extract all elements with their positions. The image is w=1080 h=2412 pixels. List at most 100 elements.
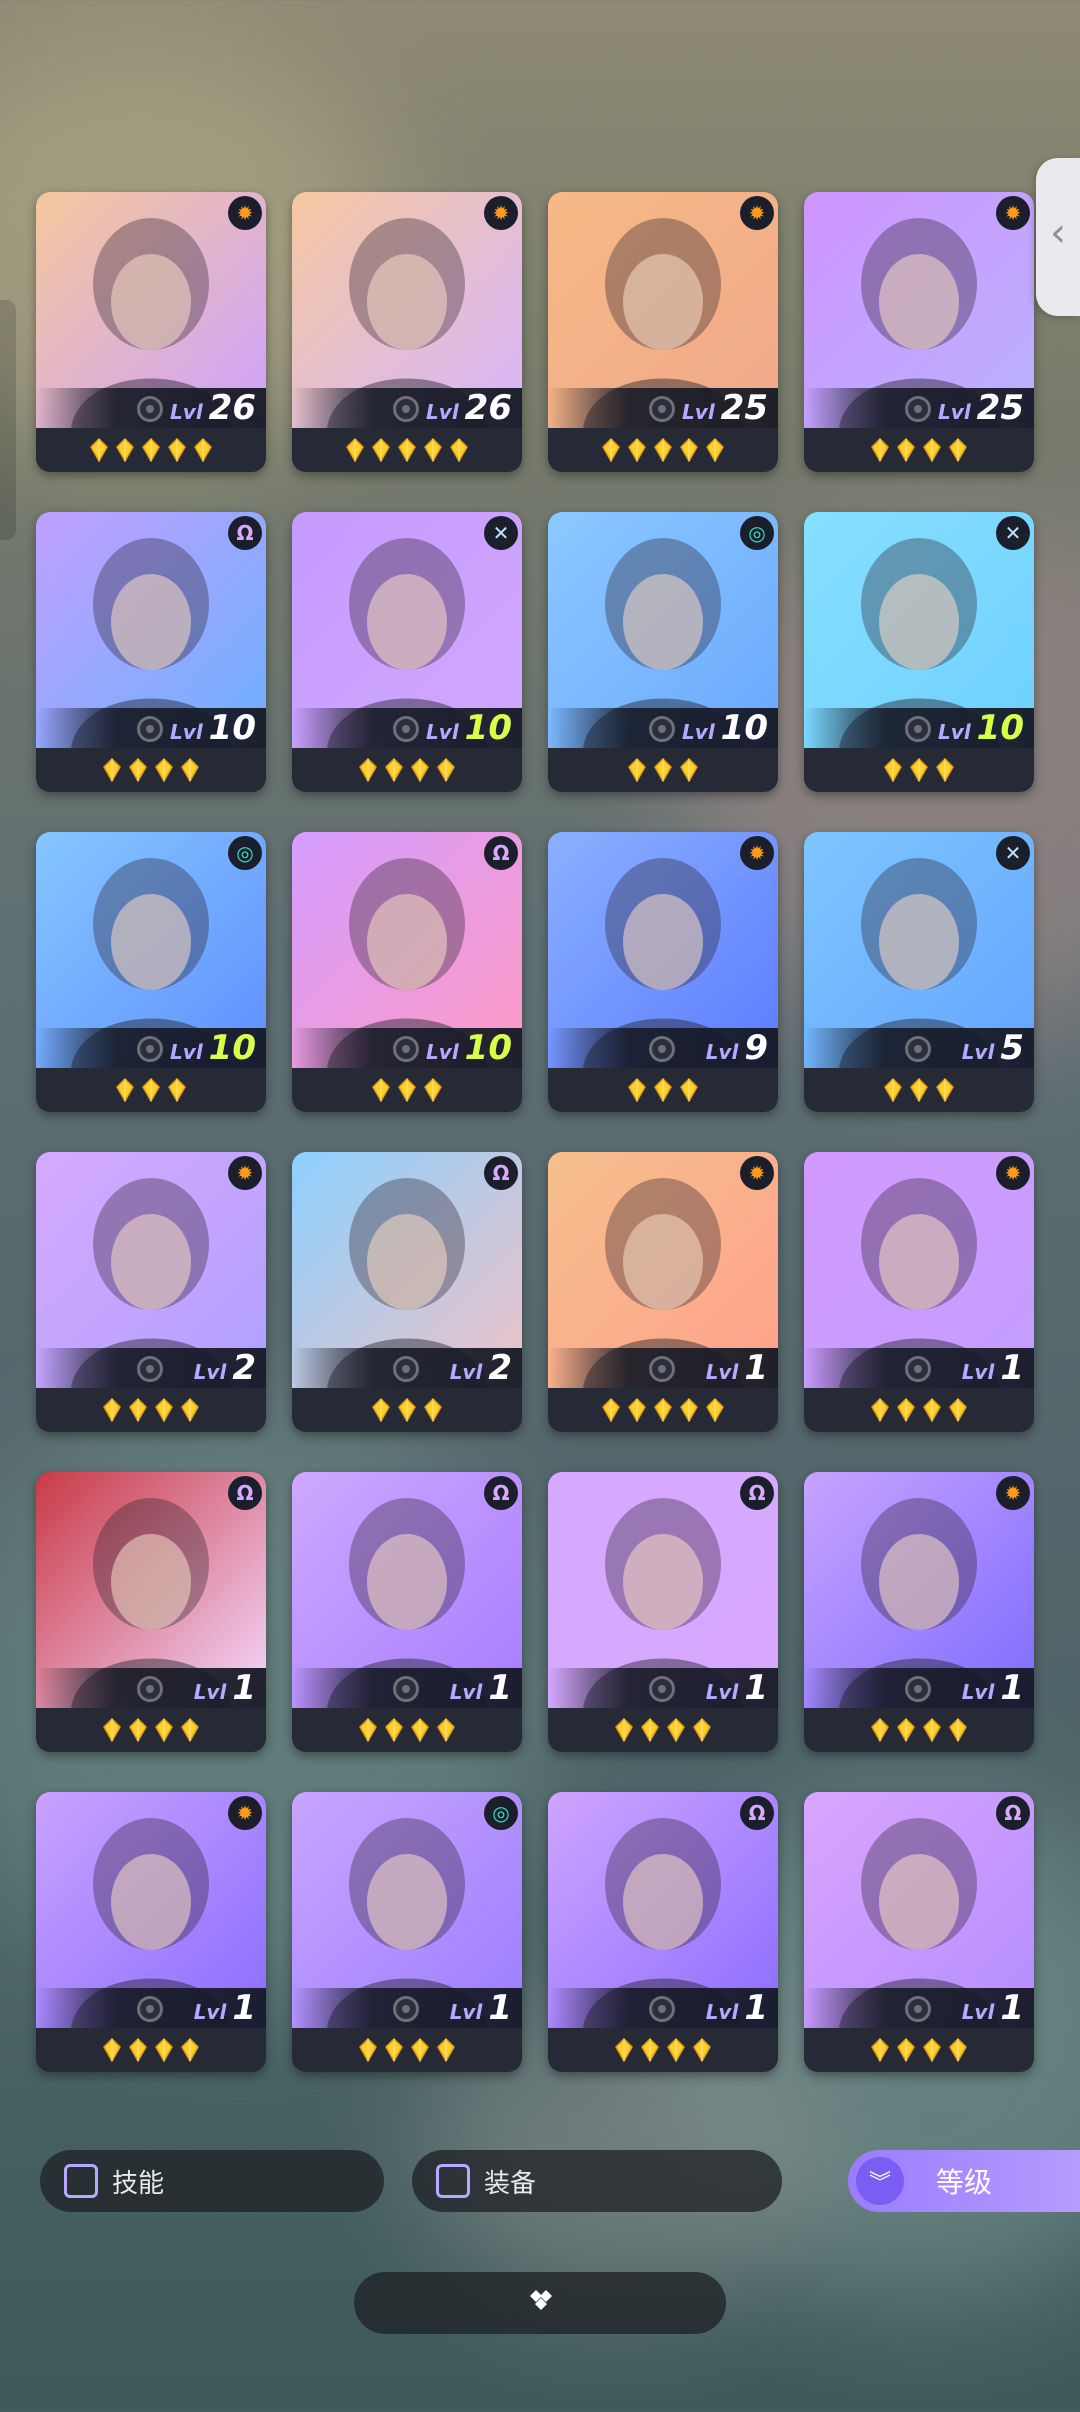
level-number: 1 — [744, 1348, 768, 1388]
gear-icon — [137, 1996, 163, 2022]
star-rating — [548, 428, 778, 472]
level-display: Lvl 10 — [170, 708, 256, 748]
hero-card[interactable]: Lvl 10 ✕ — [804, 512, 1034, 792]
level-number: 10 — [464, 708, 512, 748]
gear-icon — [649, 396, 675, 422]
level-display: Lvl 2 — [450, 1348, 512, 1388]
level-display: Lvl 5 — [962, 1028, 1024, 1068]
gear-icon — [393, 716, 419, 742]
level-prefix: Lvl — [426, 1040, 459, 1064]
level-display: Lvl 2 — [194, 1348, 256, 1388]
hero-card[interactable]: Lvl 1 ✹ — [804, 1472, 1034, 1752]
hero-card[interactable]: Lvl 10 Ω — [292, 832, 522, 1112]
hero-card[interactable]: Lvl 1 Ω — [804, 1792, 1034, 2072]
gear-icon — [905, 1036, 931, 1062]
star-rating — [804, 1388, 1034, 1432]
gold-crystal-icon — [424, 438, 442, 462]
gold-crystal-icon — [129, 1398, 147, 1422]
hero-card[interactable]: Lvl 5 ✕ — [804, 832, 1034, 1112]
hero-card[interactable]: Lvl 2 Ω — [292, 1152, 522, 1432]
gold-crystal-icon — [680, 758, 698, 782]
level-display: Lvl 26 — [170, 388, 256, 428]
gold-crystal-icon — [116, 1078, 134, 1102]
hero-card[interactable]: Lvl 2 ✹ — [36, 1152, 266, 1432]
sun-gear-icon: ✹ — [996, 196, 1030, 230]
star-rating — [548, 748, 778, 792]
sort-by-level-button[interactable]: ︾ 等级 — [848, 2150, 1080, 2212]
hero-card[interactable]: Lvl 26 ✹ — [36, 192, 266, 472]
level-display: Lvl 10 — [170, 1028, 256, 1068]
side-drawer-tab[interactable]: ‹ — [1036, 158, 1080, 316]
gold-crystal-icon — [103, 1398, 121, 1422]
hero-card[interactable]: Lvl 9 ✹ — [548, 832, 778, 1112]
level-prefix: Lvl — [193, 2000, 227, 2024]
gold-crystal-icon — [372, 1078, 390, 1102]
level-prefix: Lvl — [193, 1360, 227, 1384]
gear-icon — [393, 1676, 419, 1702]
hero-card[interactable]: Lvl 1 ✹ — [548, 1152, 778, 1432]
gold-crystal-icon — [194, 438, 212, 462]
hero-card[interactable]: Lvl 1 Ω — [36, 1472, 266, 1752]
hero-card[interactable]: Lvl 1 Ω — [548, 1472, 778, 1752]
cross-icon: ✕ — [484, 516, 518, 550]
level-prefix: Lvl — [961, 1360, 995, 1384]
gold-crystal-icon — [385, 2038, 403, 2062]
skill-checkbox[interactable] — [64, 2164, 98, 2198]
hero-card[interactable]: Lvl 1 Ω — [292, 1472, 522, 1752]
level-display: Lvl 1 — [962, 1988, 1024, 2028]
hero-card[interactable]: Lvl 1 ✹ — [804, 1152, 1034, 1432]
level-prefix: Lvl — [449, 1360, 483, 1384]
hero-card[interactable]: Lvl 25 ✹ — [804, 192, 1034, 472]
hero-card[interactable]: Lvl 1 Ω — [548, 1792, 778, 2072]
level-prefix: Lvl — [449, 1680, 483, 1704]
gear-icon — [649, 1676, 675, 1702]
gear-icon — [393, 396, 419, 422]
gold-crystal-icon — [641, 1718, 659, 1742]
gold-crystal-icon — [359, 1718, 377, 1742]
skill-filter-toggle[interactable]: 技能 — [40, 2150, 384, 2212]
level-number: 10 — [208, 708, 256, 748]
chevron-left-icon: ‹ — [1050, 210, 1066, 256]
bottom-handle-bar[interactable] — [354, 2272, 726, 2334]
gold-crystal-icon — [615, 2038, 633, 2062]
gold-crystal-icon — [897, 438, 915, 462]
sun-gear-icon: ✹ — [740, 196, 774, 230]
gold-crystal-icon — [654, 1078, 672, 1102]
level-display: Lvl 10 — [426, 1028, 512, 1068]
level-display: Lvl 10 — [682, 708, 768, 748]
gold-crystal-icon — [680, 1398, 698, 1422]
star-rating — [548, 1388, 778, 1432]
hero-card[interactable]: Lvl 10 ✕ — [292, 512, 522, 792]
gold-crystal-icon — [680, 1078, 698, 1102]
level-prefix: Lvl — [426, 400, 459, 424]
hero-card[interactable]: Lvl 26 ✹ — [292, 192, 522, 472]
hero-card[interactable]: Lvl 10 ◎ — [36, 832, 266, 1112]
gold-crystal-icon — [871, 1718, 889, 1742]
gold-crystal-icon — [628, 1398, 646, 1422]
diamond-logo-icon — [530, 2290, 552, 2310]
hero-card[interactable]: Lvl 10 Ω — [36, 512, 266, 792]
gold-crystal-icon — [884, 758, 902, 782]
level-number: 1 — [744, 1988, 768, 2028]
gold-crystal-icon — [897, 2038, 915, 2062]
gold-crystal-icon — [923, 1718, 941, 1742]
equipment-checkbox[interactable] — [436, 2164, 470, 2198]
level-number: 1 — [744, 1668, 768, 1708]
omega-icon: Ω — [996, 1796, 1030, 1830]
level-number: 25 — [976, 388, 1024, 428]
sun-gear-icon: ✹ — [228, 196, 262, 230]
gold-crystal-icon — [437, 1718, 455, 1742]
hero-card[interactable]: Lvl 10 ◎ — [548, 512, 778, 792]
equipment-filter-toggle[interactable]: 装备 — [412, 2150, 782, 2212]
gold-crystal-icon — [142, 438, 160, 462]
level-display: Lvl 1 — [962, 1348, 1024, 1388]
hero-card[interactable]: Lvl 1 ◎ — [292, 1792, 522, 2072]
hero-card[interactable]: Lvl 1 ✹ — [36, 1792, 266, 2072]
level-number: 2 — [232, 1348, 256, 1388]
star-rating — [36, 748, 266, 792]
hero-card[interactable]: Lvl 25 ✹ — [548, 192, 778, 472]
gear-icon — [905, 716, 931, 742]
gold-crystal-icon — [168, 438, 186, 462]
sun-gear-icon: ✹ — [740, 1156, 774, 1190]
gold-crystal-icon — [398, 438, 416, 462]
